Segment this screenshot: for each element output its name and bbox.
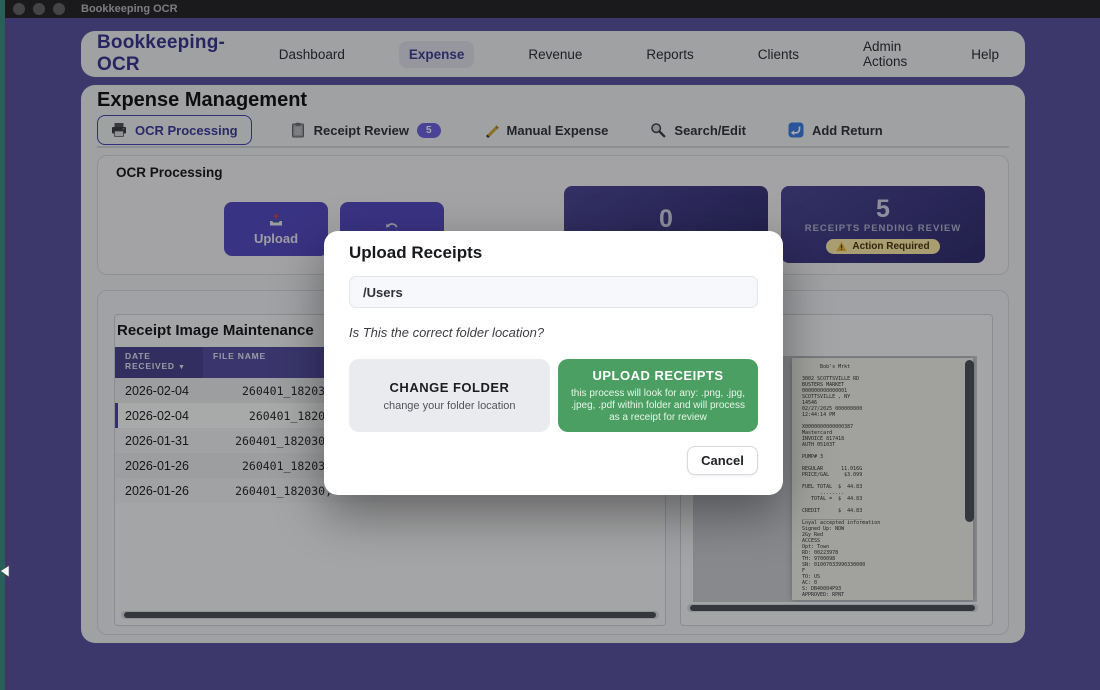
mouse-cursor: [0, 565, 10, 578]
folder-path-input[interactable]: [349, 276, 758, 308]
upload-receipts-modal: Upload Receipts Is This the correct fold…: [324, 231, 783, 495]
modal-title: Upload Receipts: [349, 243, 482, 263]
change-folder-subtitle: change your folder location: [383, 400, 515, 412]
upload-receipts-description: this process will look for any: .png, .j…: [568, 388, 748, 424]
change-folder-title: CHANGE FOLDER: [390, 380, 510, 395]
upload-receipts-button[interactable]: UPLOAD RECEIPTS this process will look f…: [558, 359, 758, 432]
change-folder-button[interactable]: CHANGE FOLDER change your folder locatio…: [349, 359, 550, 432]
screen: Bookkeeping OCR Bookkeeping-OCR Dashboar…: [0, 0, 1100, 690]
cancel-button[interactable]: Cancel: [687, 446, 758, 475]
upload-receipts-title: UPLOAD RECEIPTS: [592, 368, 723, 383]
folder-confirmation-question: Is This the correct folder location?: [349, 325, 544, 340]
